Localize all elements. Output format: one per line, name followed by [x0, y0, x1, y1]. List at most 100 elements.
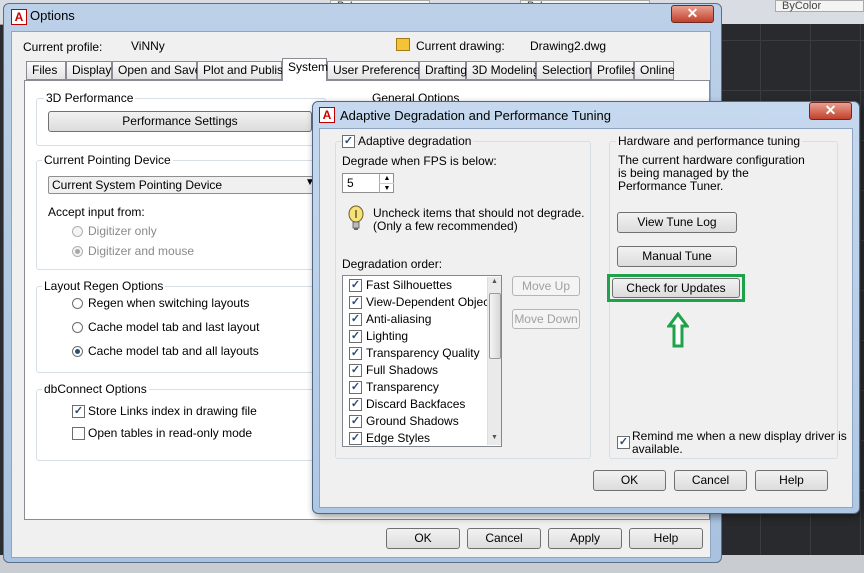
digitizer-and-mouse-radio[interactable]	[72, 246, 83, 257]
dialog-title: Adaptive Degradation and Performance Tun…	[340, 108, 612, 123]
scroll-down-icon[interactable]: ▼	[491, 434, 498, 441]
performance-settings-button[interactable]: Performance Settings	[48, 111, 312, 132]
autocad-app-icon: A	[319, 107, 335, 123]
list-scrollbar[interactable]: ▲ ▼	[487, 277, 501, 445]
dialog-ok-button[interactable]: OK	[593, 470, 666, 491]
list-item[interactable]: ✓ Full Shadows	[349, 362, 489, 379]
current-drawing-label: Current drawing:	[416, 39, 505, 53]
item-checkbox[interactable]: ✓	[349, 313, 362, 326]
degradation-order-label: Degradation order:	[342, 257, 443, 271]
options-help-button[interactable]: Help	[629, 528, 703, 549]
button-label: OK	[620, 473, 639, 487]
adaptive-degradation-checkbox[interactable]: ✓	[342, 135, 355, 148]
item-label: Fast Silhouettes	[366, 278, 453, 292]
item-checkbox[interactable]: ✓	[349, 381, 362, 394]
tab-3d-modeling[interactable]: 3D Modeling	[466, 61, 539, 80]
scrollbar-thumb[interactable]	[489, 293, 501, 359]
remind-driver-line-2: available.	[632, 442, 683, 456]
cache-last-layout-label: Cache model tab and last layout	[88, 320, 260, 334]
list-item[interactable]: ✓ Ground Shadows	[349, 413, 489, 430]
button-label: Help	[779, 473, 804, 487]
move-down-button[interactable]: Move Down	[512, 309, 580, 329]
item-label: Ground Shadows	[366, 414, 459, 428]
list-item[interactable]: ✓ Discard Backfaces	[349, 396, 489, 413]
item-label: Edge Styles	[366, 431, 431, 445]
tab-profiles[interactable]: Profiles	[591, 61, 637, 80]
group-dbconnect	[36, 389, 326, 461]
group-title: Current Pointing Device	[42, 153, 173, 167]
read-only-tables-label: Open tables in read-only mode	[88, 426, 253, 440]
tab-label: Files	[32, 63, 58, 77]
regen-switching-label: Regen when switching layouts	[88, 296, 250, 310]
dialog-close-button[interactable]: ✕	[809, 102, 852, 120]
tab-selection[interactable]: Selection	[536, 61, 591, 80]
tab-drafting[interactable]: Drafting	[419, 61, 467, 80]
button-label: Manual Tune	[642, 249, 712, 263]
group-title: 3D Performance	[44, 91, 136, 105]
drawing-icon	[396, 38, 410, 51]
group-title: dbConnect Options	[42, 382, 149, 396]
current-drawing-value: Drawing2.dwg	[530, 39, 607, 53]
dialog-cancel-button[interactable]: Cancel	[674, 470, 747, 491]
list-item[interactable]: ✓ Anti-aliasing	[349, 311, 489, 328]
current-profile-label: Current profile:	[23, 40, 103, 54]
tab-label: System	[288, 60, 329, 74]
item-checkbox[interactable]: ✓	[349, 398, 362, 411]
button-label: Apply	[569, 531, 601, 545]
options-cancel-button[interactable]: Cancel	[467, 528, 541, 549]
item-checkbox[interactable]: ✓	[349, 296, 362, 309]
list-item[interactable]: ✓ View-Dependent Objects	[349, 294, 499, 311]
list-item[interactable]: ✓ Edge Styles	[349, 430, 489, 447]
fps-spinner[interactable]: 5 ▲ ▼	[342, 173, 394, 193]
regen-switching-radio[interactable]	[72, 298, 83, 309]
color-combo[interactable]: ByColor	[775, 0, 864, 12]
read-only-tables-checkbox[interactable]	[72, 427, 85, 440]
list-item[interactable]: ✓ Transparency Quality	[349, 345, 489, 362]
digitizer-only-label: Digitizer only	[88, 224, 157, 238]
store-links-checkbox[interactable]: ✓	[72, 405, 85, 418]
tab-files[interactable]: Files	[26, 61, 66, 80]
list-item[interactable]: ✓ Lighting	[349, 328, 489, 345]
tab-display[interactable]: Display	[66, 61, 112, 80]
move-up-button[interactable]: Move Up	[512, 276, 580, 296]
spin-up-icon[interactable]: ▲	[379, 174, 394, 183]
options-window-title: Options	[30, 8, 75, 23]
button-label: Cancel	[485, 531, 523, 545]
options-close-button[interactable]: ✕	[671, 5, 714, 23]
tab-system[interactable]: System	[282, 58, 329, 81]
item-checkbox[interactable]: ✓	[349, 347, 362, 360]
view-tune-log-button[interactable]: View Tune Log	[617, 212, 737, 233]
cache-last-layout-radio[interactable]	[72, 322, 83, 333]
digitizer-only-radio[interactable]	[72, 226, 83, 237]
annotation-arrow-up-icon	[666, 311, 690, 348]
options-apply-button[interactable]: Apply	[548, 528, 622, 549]
tab-user-preferences[interactable]: User Preferences	[327, 61, 426, 80]
button-label: Cancel	[691, 473, 730, 487]
list-item[interactable]: ✓ Fast Silhouettes	[349, 277, 489, 294]
spin-down-icon[interactable]: ▼	[379, 183, 394, 193]
group-title: Hardware and performance tuning	[616, 134, 803, 148]
degradation-order-list[interactable]: ✓ Fast Silhouettes ✓ View-Dependent Object…	[342, 275, 502, 447]
options-ok-button[interactable]: OK	[386, 528, 460, 549]
tab-open-and-save[interactable]: Open and Save	[112, 61, 201, 80]
button-label: OK	[414, 531, 432, 545]
dialog-help-button[interactable]: Help	[755, 470, 828, 491]
cache-all-layouts-radio[interactable]	[72, 346, 83, 357]
adaptive-degradation-label: Adaptive degradation	[358, 134, 474, 148]
manual-tune-button[interactable]: Manual Tune	[617, 246, 737, 267]
item-checkbox[interactable]: ✓	[349, 330, 362, 343]
digitizer-and-mouse-label: Digitizer and mouse	[88, 244, 195, 258]
scroll-up-icon[interactable]: ▲	[491, 278, 498, 285]
item-checkbox[interactable]: ✓	[349, 364, 362, 377]
pointing-device-select[interactable]: Current System Pointing Device ▼	[48, 176, 318, 194]
tab-online[interactable]: Online	[634, 61, 675, 80]
item-checkbox[interactable]: ✓	[349, 279, 362, 292]
item-checkbox[interactable]: ✓	[349, 415, 362, 428]
fps-value: 5	[347, 176, 354, 190]
list-item[interactable]: ✓ Transparency	[349, 379, 489, 396]
item-checkbox[interactable]: ✓	[349, 432, 362, 445]
tab-plot-and-publish[interactable]: Plot and Publish	[197, 61, 290, 80]
remind-driver-checkbox[interactable]: ✓	[617, 436, 630, 449]
tip-line-1: Uncheck items that should not degrade.	[373, 206, 585, 220]
button-label: Help	[653, 531, 679, 545]
